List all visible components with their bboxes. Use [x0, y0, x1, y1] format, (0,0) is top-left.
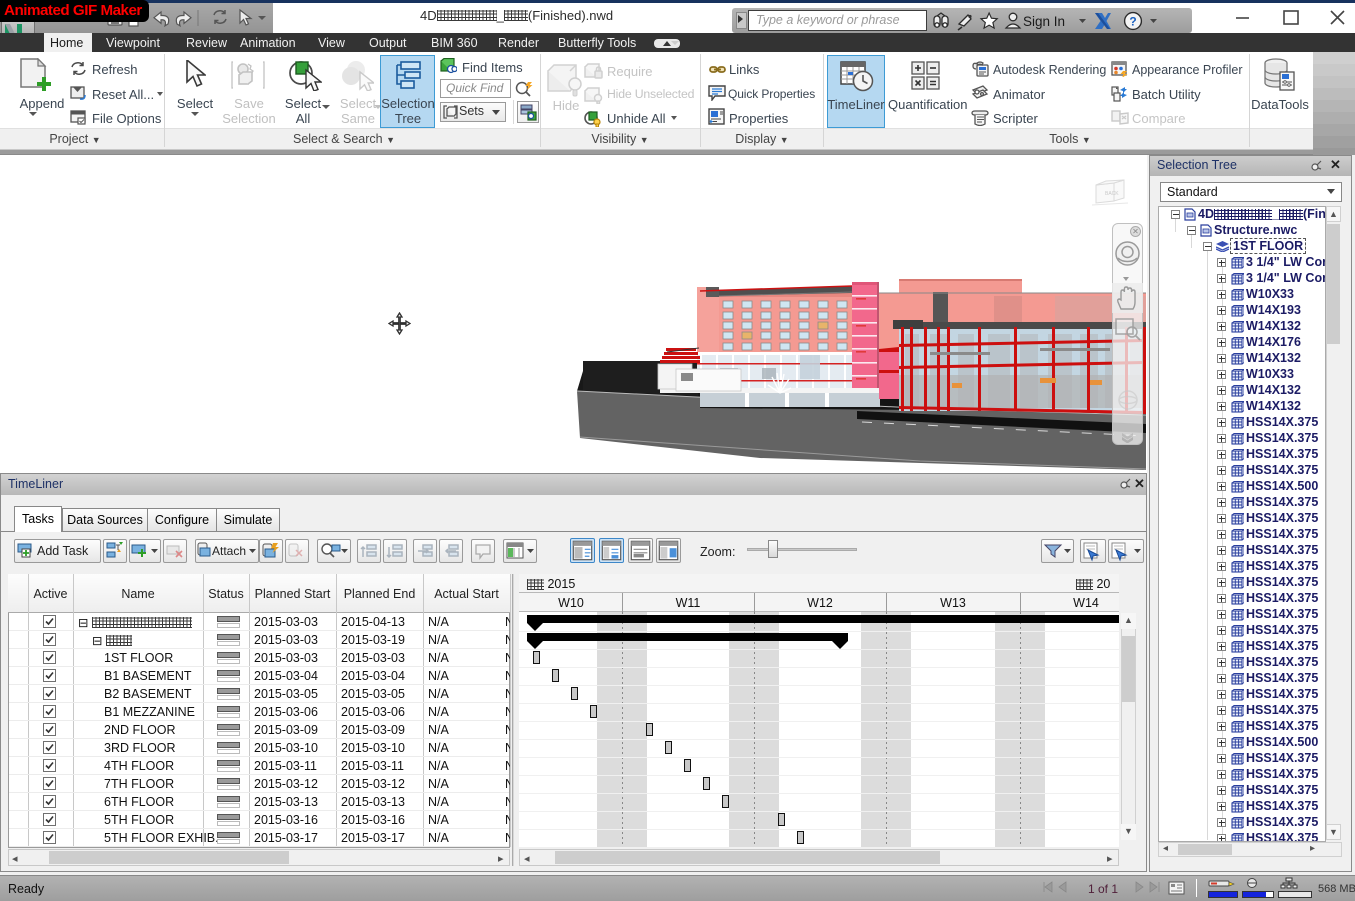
svg-text:Sign In: Sign In — [1023, 14, 1065, 29]
svg-text:?: ? — [1129, 15, 1136, 29]
svg-text:Add Task: Add Task — [37, 544, 89, 558]
svg-text:1 of 1: 1 of 1 — [1088, 882, 1118, 896]
svg-text:Attach: Attach — [212, 544, 246, 558]
svg-text:BACK: BACK — [1105, 191, 1119, 197]
